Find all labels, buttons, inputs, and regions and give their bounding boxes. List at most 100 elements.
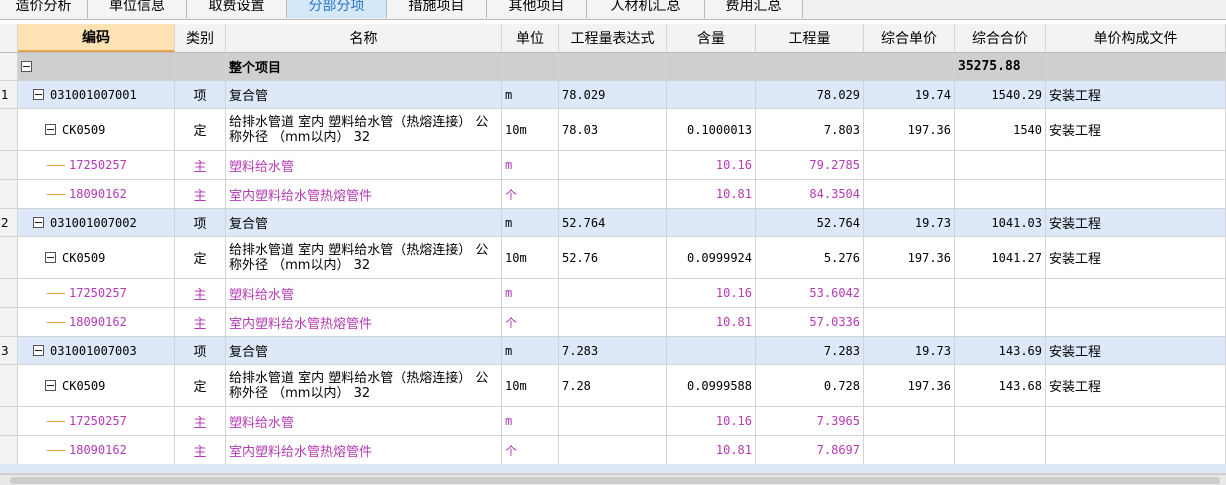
content-cell[interactable]: 10.81: [667, 180, 756, 208]
name-cell[interactable]: 复合管: [226, 81, 502, 108]
expr-cell[interactable]: [559, 308, 667, 336]
content-cell[interactable]: 10.16: [667, 279, 756, 307]
type-cell[interactable]: [175, 53, 226, 80]
name-cell[interactable]: 塑料给水管: [226, 407, 502, 435]
unit-cell[interactable]: m: [502, 151, 559, 179]
qty-cell[interactable]: 5.276: [756, 237, 864, 278]
qty-cell[interactable]: 79.2785: [756, 151, 864, 179]
expr-cell[interactable]: [559, 53, 667, 80]
price-cell[interactable]: [864, 279, 955, 307]
file-cell[interactable]: [1046, 407, 1226, 435]
content-cell[interactable]: [667, 53, 756, 80]
content-cell[interactable]: 0.0999588: [667, 365, 756, 406]
qty-cell[interactable]: 53.6042: [756, 279, 864, 307]
total-cell[interactable]: [955, 407, 1046, 435]
type-cell[interactable]: 项: [175, 81, 226, 108]
price-cell[interactable]: 19.73: [864, 337, 955, 364]
tab-unit-info[interactable]: 单位信息: [88, 0, 187, 18]
column-header-unit[interactable]: 单位: [502, 24, 559, 52]
tab-other-items[interactable]: 其他项目: [487, 0, 587, 18]
qty-cell[interactable]: 7.803: [756, 109, 864, 150]
file-cell[interactable]: 安装工程: [1046, 337, 1226, 364]
total-cell[interactable]: [955, 180, 1046, 208]
table-row-item[interactable]: 2 031001007002 项 复合管 m 52.764 52.764 19.73 1041.…: [0, 209, 1226, 237]
file-cell[interactable]: [1046, 151, 1226, 179]
table-row-item[interactable]: 1 031001007001 项 复合管 m 78.029 78.029 19.74 1540.…: [0, 81, 1226, 109]
qty-cell[interactable]: 84.3504: [756, 180, 864, 208]
type-cell[interactable]: 主: [175, 436, 226, 464]
collapse-icon[interactable]: [33, 345, 44, 356]
type-cell[interactable]: 主: [175, 180, 226, 208]
qty-cell[interactable]: 57.0336: [756, 308, 864, 336]
horizontal-scrollbar[interactable]: [0, 474, 1226, 485]
file-cell[interactable]: 安装工程: [1046, 209, 1226, 236]
total-cell[interactable]: 1540.29: [955, 81, 1046, 108]
type-cell[interactable]: 定: [175, 365, 226, 406]
content-cell[interactable]: [667, 337, 756, 364]
code-cell[interactable]: 031001007003: [18, 337, 175, 364]
tab-items[interactable]: 分部分项: [287, 0, 387, 18]
type-cell[interactable]: 项: [175, 209, 226, 236]
content-cell[interactable]: 10.16: [667, 407, 756, 435]
column-header-total-price[interactable]: 综合合价: [955, 24, 1046, 52]
type-cell[interactable]: 定: [175, 237, 226, 278]
collapse-icon[interactable]: [33, 217, 44, 228]
table-row-quota[interactable]: CK0509 定 给排水管道 室内 塑料给水管（热熔连接） 公称外径 （mm以内） …: [0, 365, 1226, 407]
content-cell[interactable]: 10.81: [667, 436, 756, 464]
code-cell[interactable]: [18, 53, 175, 80]
collapse-icon[interactable]: [45, 380, 56, 391]
tab-cost-analysis[interactable]: 造价分析: [0, 0, 88, 18]
name-cell[interactable]: 塑料给水管: [226, 151, 502, 179]
column-header-code[interactable]: 编码: [18, 24, 175, 52]
unit-cell[interactable]: m: [502, 337, 559, 364]
unit-cell[interactable]: m: [502, 81, 559, 108]
price-cell[interactable]: 19.74: [864, 81, 955, 108]
code-cell[interactable]: 17250257: [18, 151, 175, 179]
price-cell[interactable]: [864, 407, 955, 435]
tab-labor-material-summary[interactable]: 人材机汇总: [587, 0, 705, 18]
tab-fee-summary[interactable]: 费用汇总: [705, 0, 803, 18]
table-row-quota[interactable]: CK0509 定 给排水管道 室内 塑料给水管（热熔连接） 公称外径 （mm以内） …: [0, 109, 1226, 151]
code-cell[interactable]: CK0509: [18, 365, 175, 406]
expr-cell[interactable]: 52.76: [559, 237, 667, 278]
file-cell[interactable]: [1046, 180, 1226, 208]
file-cell[interactable]: [1046, 279, 1226, 307]
table-row-mat[interactable]: 18090162 主 室内塑料给水管热熔管件 个 10.81 84.3504: [0, 180, 1226, 209]
file-cell[interactable]: 安装工程: [1046, 81, 1226, 108]
unit-cell[interactable]: 10m: [502, 237, 559, 278]
code-cell[interactable]: 031001007002: [18, 209, 175, 236]
column-header-unit-price[interactable]: 综合单价: [864, 24, 955, 52]
expr-cell[interactable]: [559, 180, 667, 208]
table-row-item-partial[interactable]: [0, 464, 1226, 474]
qty-cell[interactable]: [756, 53, 864, 80]
column-header-name[interactable]: 名称: [226, 24, 502, 52]
type-cell[interactable]: 主: [175, 308, 226, 336]
code-cell[interactable]: CK0509: [18, 109, 175, 150]
content-cell[interactable]: 0.1000013: [667, 109, 756, 150]
unit-cell[interactable]: 10m: [502, 109, 559, 150]
table-row-quota[interactable]: CK0509 定 给排水管道 室内 塑料给水管（热熔连接） 公称外径 （mm以内） …: [0, 237, 1226, 279]
table-row-mat[interactable]: 18090162 主 室内塑料给水管热熔管件 个 10.81 7.8697: [0, 436, 1226, 465]
total-cell[interactable]: [955, 279, 1046, 307]
content-cell[interactable]: 10.81: [667, 308, 756, 336]
unit-cell[interactable]: m: [502, 407, 559, 435]
unit-cell[interactable]: m: [502, 209, 559, 236]
name-cell[interactable]: 给排水管道 室内 塑料给水管（热熔连接） 公称外径 （mm以内） 32: [226, 365, 502, 406]
table-row-item[interactable]: 3 031001007003 项 复合管 m 7.283 7.283 19.73 143.69 安…: [0, 337, 1226, 365]
qty-cell[interactable]: 52.764: [756, 209, 864, 236]
name-cell[interactable]: 复合管: [226, 209, 502, 236]
tab-measures[interactable]: 措施项目: [387, 0, 487, 18]
price-cell[interactable]: 197.36: [864, 109, 955, 150]
price-cell[interactable]: 19.73: [864, 209, 955, 236]
expr-cell[interactable]: [559, 279, 667, 307]
expr-cell[interactable]: 78.03: [559, 109, 667, 150]
price-cell[interactable]: 197.36: [864, 365, 955, 406]
total-cell[interactable]: [955, 308, 1046, 336]
expr-cell[interactable]: [559, 407, 667, 435]
unit-cell[interactable]: 10m: [502, 365, 559, 406]
collapse-icon[interactable]: [21, 61, 32, 72]
total-cell[interactable]: 143.68: [955, 365, 1046, 406]
table-row-mat[interactable]: 17250257 主 塑料给水管 m 10.16 53.6042: [0, 279, 1226, 308]
type-cell[interactable]: 主: [175, 151, 226, 179]
expr-cell[interactable]: [559, 151, 667, 179]
